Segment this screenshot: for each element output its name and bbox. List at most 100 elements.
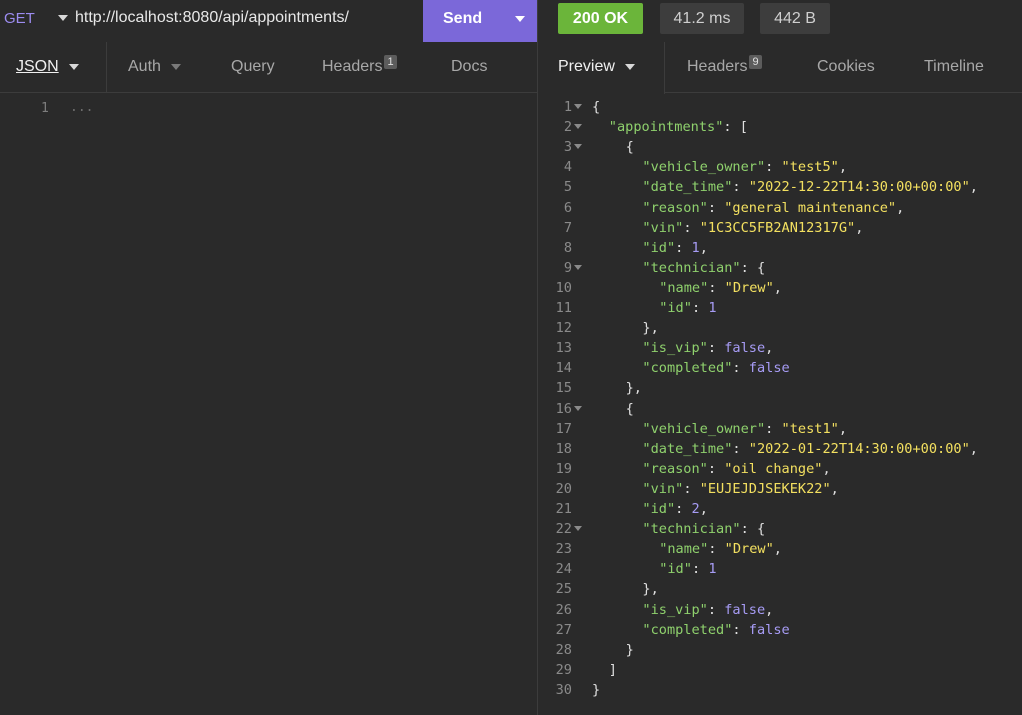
chevron-down-icon[interactable] [58,15,68,21]
code-line: 11 "id": 1 [538,298,1022,318]
fold-caret-icon[interactable] [574,144,582,150]
tab-docs[interactable]: Docs [451,58,487,76]
code-token: : [732,440,749,457]
code-token: : [707,601,725,618]
code-text: "is_vip": false, [642,600,773,620]
send-button[interactable]: Send [423,0,537,42]
code-token: , [969,179,978,196]
code-text: "reason": "oil change", [642,459,830,479]
tab-label: Cookies [817,58,875,75]
tab-label: Query [231,58,275,75]
response-size-badge: 442 B [760,3,830,34]
code-token: : [691,300,709,316]
code-line: 22 "technician": { [538,519,1022,539]
code-token: "test1" [781,420,839,437]
code-text: "reason": "general maintenance", [642,198,904,218]
code-token: , [765,340,774,357]
code-token: : [707,460,725,477]
fold-caret-icon[interactable] [574,264,582,270]
line-number: 16 [555,400,572,417]
fold-caret-icon[interactable] [574,526,582,532]
code-text: "vehicle_owner": "test1", [642,419,847,439]
code-token: : [732,360,749,377]
code-text: ] [609,660,617,680]
code-token: , [822,460,831,477]
line-number: 15 [555,380,572,397]
code-line: 24 "id": 1 [538,559,1022,579]
http-method-select[interactable]: GET [4,10,35,27]
fold-caret-icon[interactable] [574,405,582,411]
code-line: 14 "completed": false [538,358,1022,378]
top-bar: GET http://localhost:8080/api/appointmen… [0,0,1022,42]
tab-response-headers[interactable]: Headers 9 [687,55,762,76]
tab-label: Docs [451,58,488,75]
code-text: }, [642,579,658,599]
code-token: , [855,219,864,236]
code-token: 1 [708,300,717,316]
code-token: "id" [659,300,692,316]
line-number: 28 [555,641,572,658]
editor-placeholder[interactable]: ... [70,100,93,115]
code-token: , [773,541,782,558]
tab-json[interactable]: JSON [16,58,79,76]
code-token: : [683,219,700,236]
code-token: "completed" [642,621,733,638]
url-input[interactable]: http://localhost:8080/api/appointments/ [75,9,349,27]
fold-caret-icon[interactable] [574,124,582,130]
tab-preview[interactable]: Preview [558,58,635,76]
code-line: 30} [538,680,1022,700]
code-token: "date_time" [642,440,733,457]
line-number: 21 [555,501,572,517]
code-line: 8 "id": 1, [538,238,1022,258]
chevron-down-icon[interactable] [515,16,525,22]
line-number: 10 [555,279,572,296]
line-number: 6 [563,199,572,216]
line-number: 8 [563,239,572,256]
code-token: ] [608,661,617,678]
fold-caret-icon[interactable] [574,104,582,109]
code-line: 1{ [538,97,1022,117]
tab-auth[interactable]: Auth [128,58,181,76]
tab-cookies[interactable]: Cookies [817,58,875,76]
line-number: 7 [563,219,572,236]
code-line: 5 "date_time": "2022-12-22T14:30:00+00:00… [538,177,1022,197]
code-token: "vin" [642,219,684,236]
line-number: 14 [555,360,572,377]
line-number: 11 [555,300,572,316]
tab-label: Headers [687,58,748,75]
code-line: 4 "vehicle_owner": "test5", [538,157,1022,177]
code-token: { [625,139,634,156]
code-token: 2 [691,501,700,517]
code-token: , [838,420,848,437]
code-token: , [969,440,978,457]
code-text: "id": 1 [659,298,716,318]
request-body-editor[interactable]: 1 ... [0,94,537,715]
code-text: "id": 1, [642,238,708,258]
code-token: false [748,621,790,638]
tab-timeline[interactable]: Timeline [924,58,984,76]
chevron-down-icon [624,63,635,70]
code-text: { [626,137,634,157]
code-token: "id" [642,501,676,517]
code-text: "vin": "EUJEJDJSEKEK22", [642,479,838,499]
line-number: 2 [563,119,572,136]
tab-query[interactable]: Query [231,58,275,76]
line-number: 29 [555,661,572,678]
code-line: 16 { [538,399,1022,419]
code-token: : [732,621,749,638]
tab-label: Timeline [924,58,984,75]
code-token: , [896,199,905,216]
tab-headers[interactable]: Headers 1 [322,55,397,76]
code-text: "date_time": "2022-12-22T14:30:00+00:00"… [642,177,978,197]
code-token: : [765,159,782,176]
code-text: }, [642,318,658,338]
code-token: false [724,340,766,357]
line-number: 30 [555,681,572,698]
code-token: "test5" [781,159,839,176]
line-number: 23 [555,541,572,558]
code-text: "vin": "1C3CC5FB2AN12317G", [642,218,863,238]
code-line: 9 "technician": { [538,258,1022,278]
status-badge: 200 OK [558,3,643,34]
request-tabs: JSON Auth Query Headers 1 Docs [0,42,537,93]
response-preview[interactable]: 1{2 "appointments": [3{4 "vehicle_owner": … [538,97,1022,707]
